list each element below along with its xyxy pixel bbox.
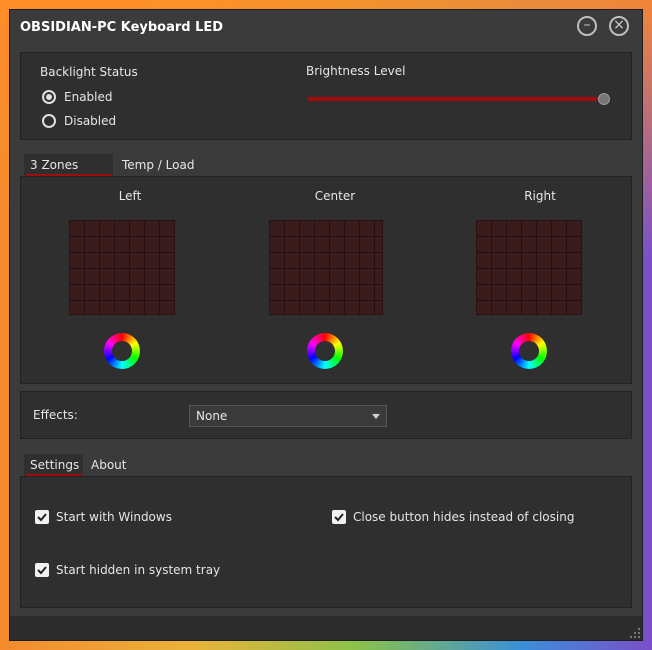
tab-settings-label: Settings xyxy=(30,458,80,472)
minimize-icon[interactable]: – xyxy=(577,16,597,36)
checkmark-icon xyxy=(37,566,47,575)
color-wheel-icon-center[interactable] xyxy=(307,333,343,369)
app-window: OBSIDIAN-PC Keyboard LED – × Backlight S… xyxy=(10,10,642,640)
effects-panel: Effects: None xyxy=(20,391,632,439)
keyboard-zone-right xyxy=(476,220,582,315)
zone-left-title: Left xyxy=(118,189,142,203)
zone-center-title: Center xyxy=(314,189,356,203)
color-wheel-icon-left[interactable] xyxy=(104,333,140,369)
close-hides-label[interactable]: Close button hides instead of closing xyxy=(353,510,574,524)
effects-selected-value: None xyxy=(196,409,228,423)
tab-about-label: About xyxy=(91,458,127,472)
window-title: OBSIDIAN-PC Keyboard LED xyxy=(20,20,224,35)
zone-right-title: Right xyxy=(524,189,556,203)
checkmark-icon xyxy=(37,513,47,522)
chevron-down-icon xyxy=(372,414,380,419)
brightness-slider-track[interactable] xyxy=(307,97,607,101)
settings-panel: Start with Windows Close button hides in… xyxy=(20,476,632,608)
radio-disabled-label[interactable]: Disabled xyxy=(64,114,116,128)
tab-temp-load-reactive[interactable]: Temp / Load Reactive xyxy=(116,154,249,194)
radio-enabled-label[interactable]: Enabled xyxy=(64,90,113,104)
start-with-windows-label[interactable]: Start with Windows xyxy=(56,510,172,524)
color-wheel-icon-right[interactable] xyxy=(511,333,547,369)
close-icon[interactable]: × xyxy=(609,16,629,36)
backlight-status-heading: Backlight Status xyxy=(40,65,138,79)
brightness-slider-thumb[interactable] xyxy=(598,93,610,105)
checkbox-start-with-windows[interactable] xyxy=(35,510,49,524)
keyboard-zone-left xyxy=(69,220,175,315)
resize-grip-icon[interactable] xyxy=(630,628,640,638)
tab-3-zones-fixed[interactable]: 3 Zones Fixed xyxy=(24,154,113,194)
brightness-heading: Brightness Level xyxy=(306,64,406,78)
tab-about[interactable]: About xyxy=(85,454,131,476)
checkbox-close-hides[interactable] xyxy=(332,510,346,524)
effects-label: Effects: xyxy=(33,408,78,422)
tab-settings[interactable]: Settings xyxy=(24,454,83,476)
effects-dropdown[interactable]: None xyxy=(189,405,387,427)
keyboard-zone-center xyxy=(269,220,383,315)
status-bar xyxy=(10,616,642,640)
checkbox-start-hidden[interactable] xyxy=(35,563,49,577)
backlight-panel: Backlight Status Enabled Disabled Bright… xyxy=(20,52,632,140)
radio-disabled[interactable] xyxy=(42,114,56,128)
radio-enabled[interactable] xyxy=(42,90,56,104)
checkmark-icon xyxy=(334,513,344,522)
title-bar[interactable]: OBSIDIAN-PC Keyboard LED – × xyxy=(10,10,642,46)
start-hidden-label[interactable]: Start hidden in system tray xyxy=(56,563,220,577)
zones-panel: Left Center Right xyxy=(20,176,632,384)
